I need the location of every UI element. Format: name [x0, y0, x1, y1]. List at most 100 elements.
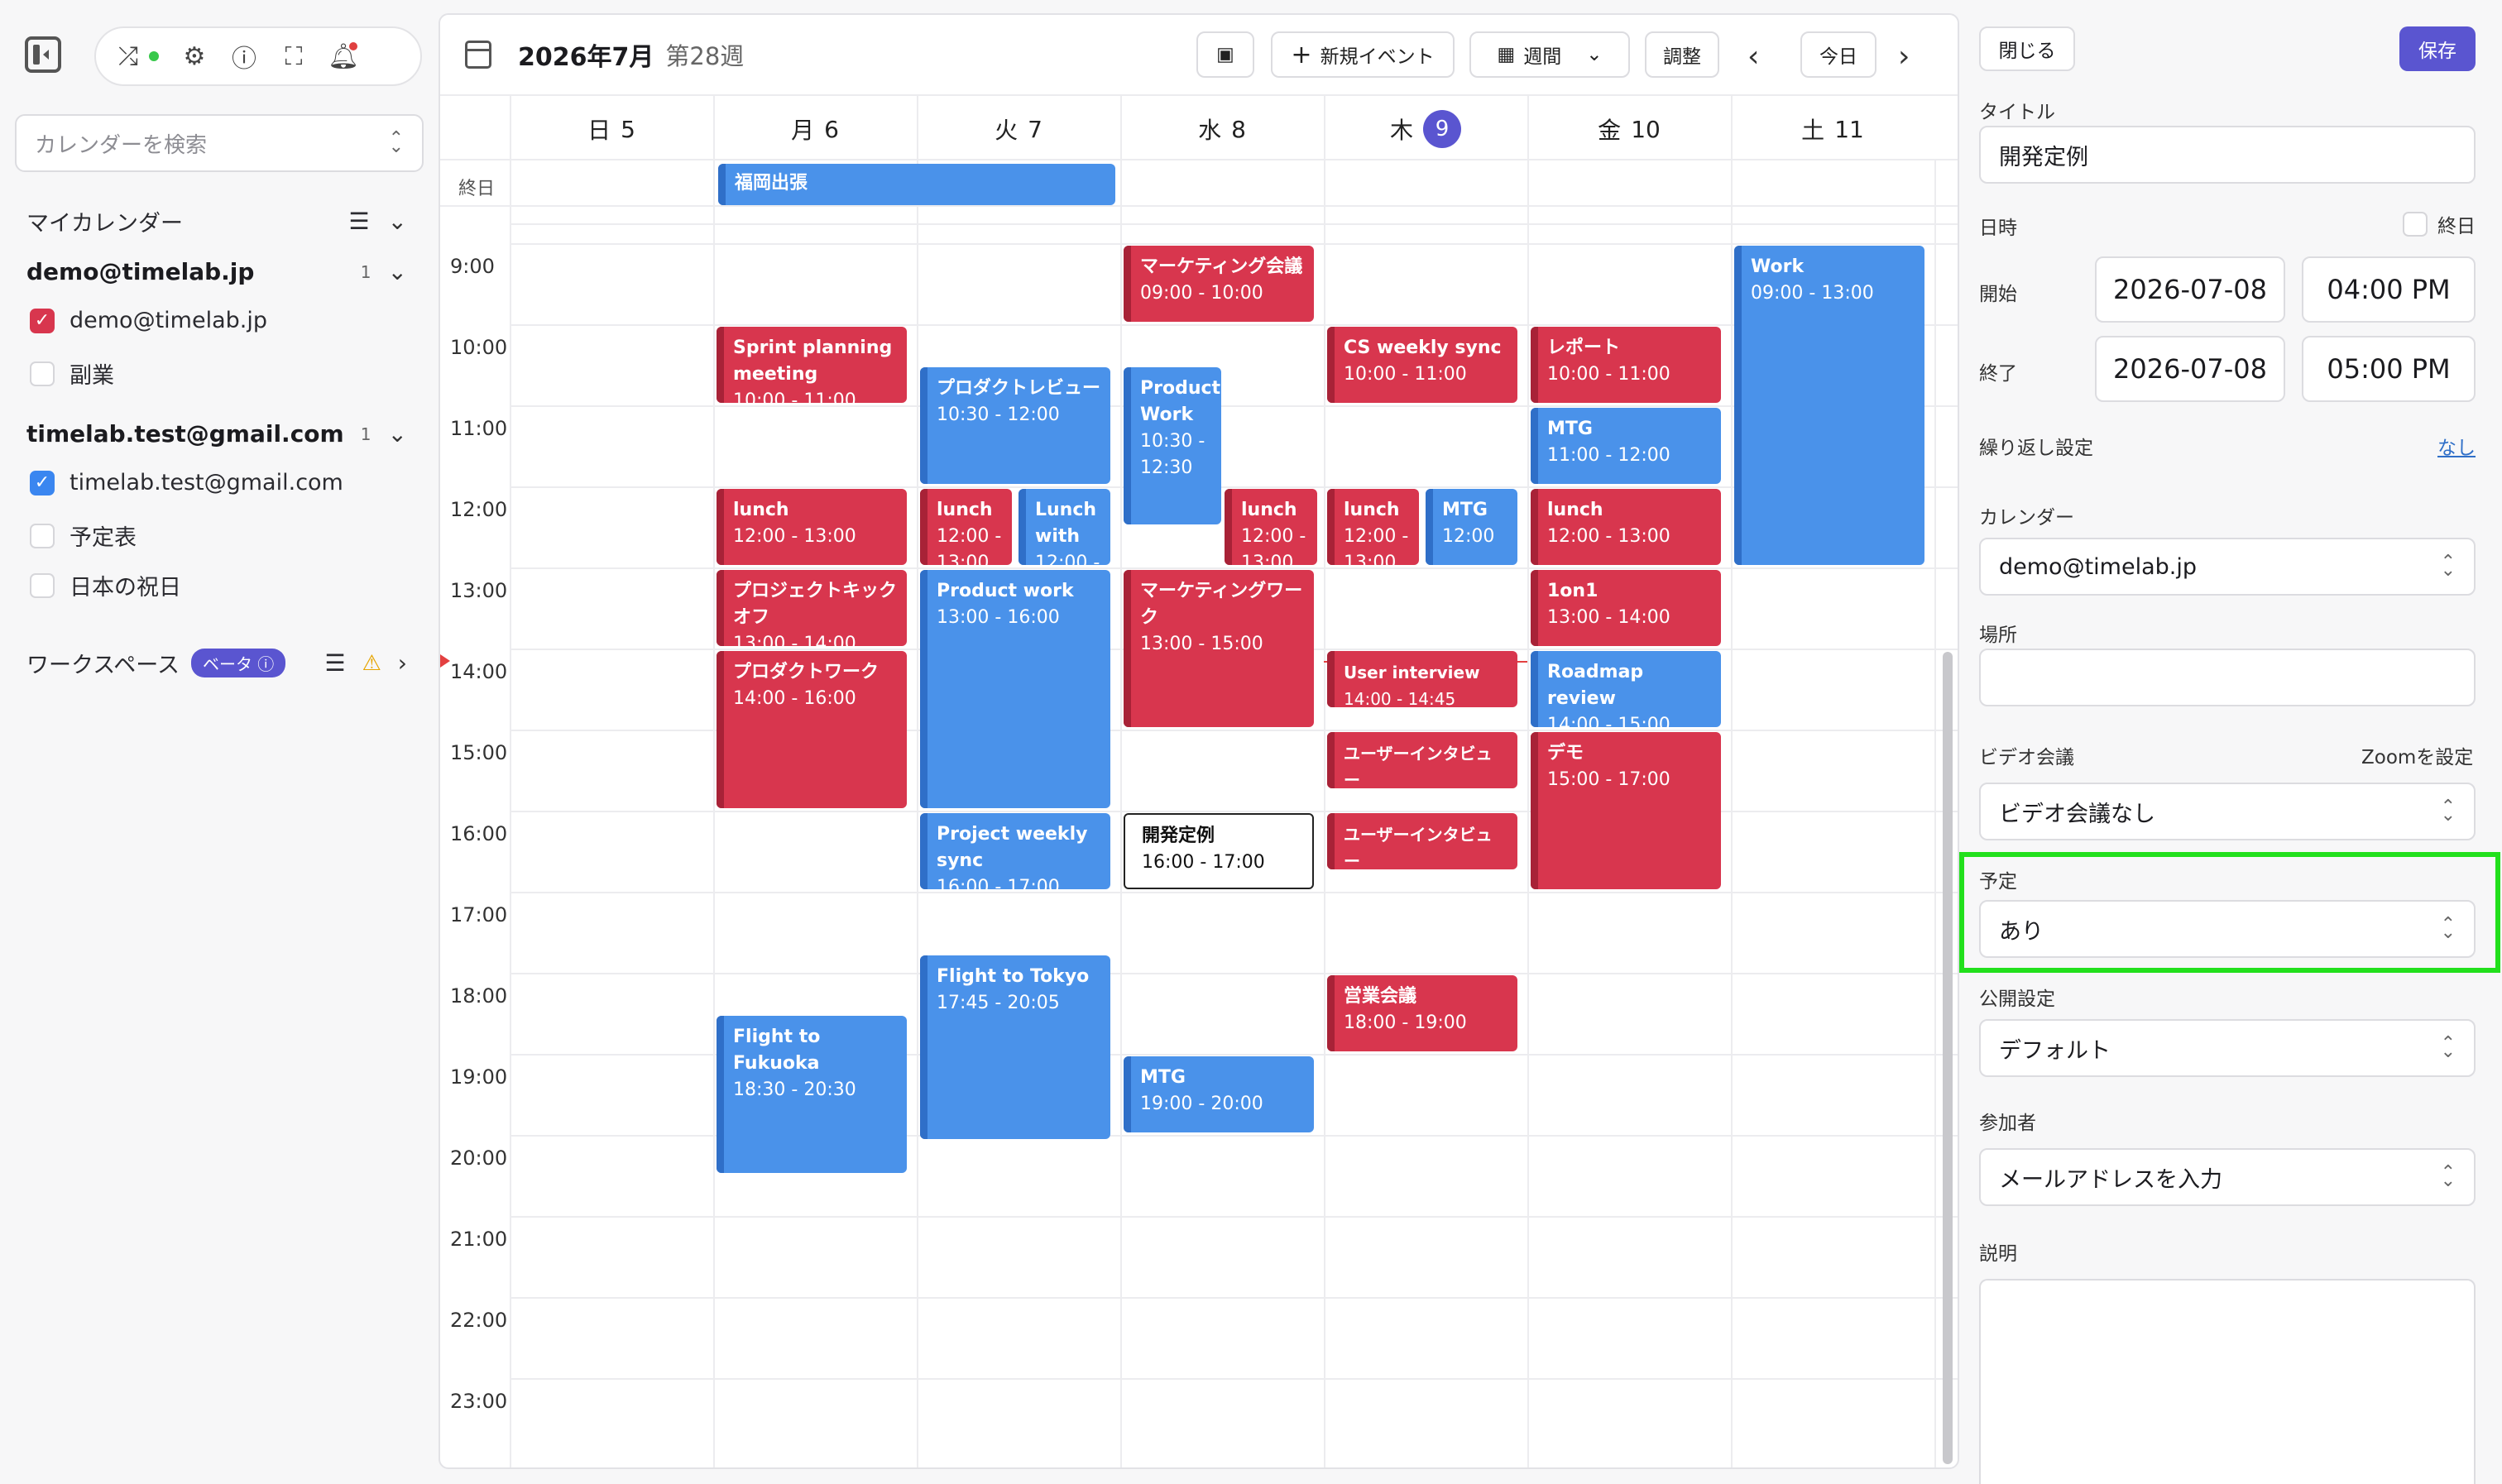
hour-line	[510, 973, 1958, 975]
calendar-event[interactable]: Lunch with 12:00 - 13:00	[1019, 489, 1110, 566]
sidebar-collapse-icon[interactable]	[25, 36, 61, 73]
calendar-event[interactable]: レポート 10:00 - 11:00	[1531, 327, 1721, 404]
list-icon[interactable]: ☰	[348, 208, 369, 235]
calendar-item-demo[interactable]: ✓ demo@timelab.jp	[30, 308, 267, 333]
calendar-search-input[interactable]: カレンダーを検索 ⌃ ⌄	[15, 114, 424, 172]
calendar-item-gmail[interactable]: ✓ timelab.test@gmail.com	[30, 470, 343, 495]
calendar-event[interactable]: Product work 13:00 - 16:00	[920, 570, 1110, 809]
prev-week-icon[interactable]: ‹	[1747, 40, 1759, 74]
gift-icon[interactable]: ⛶	[280, 42, 308, 71]
calendar-select[interactable]: demo@timelab.jp ⌃ ⌄	[1979, 538, 2476, 596]
warning-icon: ⚠	[362, 650, 381, 676]
calendar-event[interactable]: マーケティング会議 09:00 - 10:00	[1124, 246, 1314, 323]
zoom-setting-link[interactable]: Zoomを設定	[2361, 741, 2473, 769]
chevron-updown-icon: ⌃ ⌄	[2440, 1033, 2456, 1062]
calendar-event[interactable]: ユーザーインタビュー16:00 - 16:45	[1327, 813, 1517, 869]
start-time-input[interactable]: 04:00 PM	[2302, 256, 2476, 323]
list-icon[interactable]: ☰	[324, 649, 345, 677]
day-header-0[interactable]: 日5	[510, 96, 713, 162]
chevron-down-icon[interactable]: ⌄	[388, 420, 407, 448]
calendar-event[interactable]: lunch 12:00 - 13:00	[920, 489, 1012, 566]
calendar-checkbox[interactable]	[30, 523, 55, 548]
day-header-3[interactable]: 水8	[1120, 96, 1324, 162]
chevron-right-icon[interactable]: ›	[398, 649, 407, 677]
description-input[interactable]	[1979, 1279, 2476, 1484]
hour-label: 18:00	[450, 984, 508, 1008]
account-gmail[interactable]: timelab.test@gmail.com 1 ⌄	[26, 420, 407, 448]
day-header-2[interactable]: 火7	[917, 96, 1120, 162]
calendar-checkbox[interactable]: ✓	[30, 308, 55, 333]
calendar-checkbox[interactable]	[30, 572, 55, 598]
visibility-select[interactable]: デフォルト ⌃ ⌄	[1979, 1019, 2476, 1077]
workspace-header[interactable]: ワークスペース ベータ ⓘ ☰ ⚠ ›	[26, 647, 407, 679]
calendar-event[interactable]: MTG 11:00 - 12:00	[1531, 408, 1721, 485]
event-title: lunch	[1547, 500, 1603, 521]
calendar-event[interactable]: 1on1 13:00 - 14:00	[1531, 570, 1721, 647]
calendar-event[interactable]: Project weekly sync 16:00 - 17:00	[920, 813, 1110, 890]
close-button[interactable]: 閉じる	[1979, 26, 2075, 71]
calendar-event[interactable]: Flight to Tokyo 17:45 - 20:05	[920, 955, 1110, 1139]
calendar-checkbox[interactable]	[30, 361, 55, 386]
calendar-event[interactable]: Flight to Fukuoka 18:30 - 20:30	[717, 1016, 907, 1174]
shuffle-icon[interactable]: ⤮	[114, 42, 142, 71]
chevron-down-icon[interactable]: ⌄	[388, 258, 407, 285]
calendar-event[interactable]: Roadmap review 14:00 - 15:00	[1531, 651, 1721, 728]
time-grid[interactable]: 9:00 10:00 11:00 12:00 13:00 14:00 15:00 16:00 1…	[440, 207, 1958, 1467]
account-demo[interactable]: demo@timelab.jp 1 ⌄	[26, 258, 407, 285]
calendar-checkbox[interactable]: ✓	[30, 470, 55, 495]
allday-checkbox[interactable]	[2403, 212, 2428, 237]
day-header-6[interactable]: 土 11	[1731, 96, 1934, 162]
allday-toggle[interactable]: 終日	[2403, 210, 2476, 238]
video-select[interactable]: ビデオ会議なし ⌃ ⌄	[1979, 783, 2476, 840]
next-week-icon[interactable]: ›	[1898, 40, 1910, 74]
end-time-input[interactable]: 05:00 PM	[2302, 336, 2476, 402]
today-button[interactable]: 今日	[1800, 31, 1876, 78]
day-divider	[1527, 96, 1529, 159]
vertical-scrollbar[interactable]	[1943, 652, 1953, 1464]
info-icon[interactable]: ⓘ	[230, 42, 258, 74]
account-email: timelab.test@gmail.com	[26, 420, 344, 448]
adjust-button[interactable]: 調整	[1645, 31, 1719, 78]
calendar-event[interactable]: CS weekly sync 10:00 - 11:00	[1327, 327, 1517, 404]
start-date-value: 2026-07-08	[2113, 274, 2267, 305]
calendar-item-side-job[interactable]: 副業	[30, 357, 114, 390]
new-event-button[interactable]: + 新規イベント	[1271, 31, 1455, 78]
calendar-item-schedule[interactable]: 予定表	[30, 519, 137, 552]
allday-event[interactable]: 福岡出張	[718, 164, 1115, 205]
calendar-event[interactable]: 開発定例 16:00 - 17:00	[1124, 813, 1314, 890]
calendar-event[interactable]: Work 09:00 - 13:00	[1734, 246, 1924, 566]
calendar-event[interactable]: Sprint planning meeting 10:00 - 11:00	[717, 327, 907, 404]
calendar-event[interactable]: lunch 12:00 - 13:00	[717, 489, 907, 566]
end-date-input[interactable]: 2026-07-08	[2095, 336, 2285, 402]
calendar-event[interactable]: プロダクトレビュー 10:30 - 12:00	[920, 367, 1110, 485]
calendar-item-holidays[interactable]: 日本の祝日	[30, 569, 181, 601]
repeat-link[interactable]: なし	[2437, 432, 2476, 460]
gear-icon[interactable]: ⚙	[180, 42, 208, 71]
chevron-down-icon[interactable]: ⌄	[388, 208, 407, 235]
attendees-input[interactable]: メールアドレスを入力 ⌃ ⌄	[1979, 1148, 2476, 1206]
day-header-1[interactable]: 月6	[713, 96, 917, 162]
location-input[interactable]	[1979, 649, 2476, 706]
calendar-event[interactable]: 営業会議 18:00 - 19:00	[1327, 975, 1517, 1052]
calendar-event[interactable]: マーケティングワーク 13:00 - 15:00	[1124, 570, 1314, 728]
view-mode-select[interactable]: ▦ 週間 ⌄	[1469, 31, 1630, 78]
calendar-event[interactable]: lunch 12:00 - 13:00	[1327, 489, 1419, 566]
board-view-icon[interactable]: ▣	[1196, 31, 1254, 78]
calendar-event[interactable]: MTG 12:00	[1426, 489, 1517, 566]
calendar-event[interactable]: lunch 12:00 - 13:00	[1225, 489, 1317, 566]
day-header-5[interactable]: 金 10	[1527, 96, 1731, 162]
start-date-input[interactable]: 2026-07-08	[2095, 256, 2285, 323]
calendar-event[interactable]: プロダクトワーク 14:00 - 16:00	[717, 651, 907, 809]
bell-icon[interactable]: 🔔︎	[328, 42, 359, 71]
calendar-event[interactable]: MTG 19:00 - 20:00	[1124, 1056, 1314, 1133]
calendar-event[interactable]: Product Work 10:30 - 12:30	[1124, 367, 1221, 525]
calendar-event[interactable]: ユーザーインタビュー15:00 - 15:45	[1327, 732, 1517, 788]
calendar-event[interactable]: User interview 14:00 - 14:45	[1327, 651, 1517, 707]
calendar-event[interactable]: デモ 15:00 - 17:00	[1531, 732, 1721, 890]
calendar-event[interactable]: プロジェクトキックオフ 13:00 - 14:00	[717, 570, 907, 647]
day-header-4[interactable]: 木9	[1324, 96, 1527, 162]
calendar-icon[interactable]	[465, 41, 491, 69]
save-button[interactable]: 保存	[2399, 26, 2476, 71]
title-input[interactable]: 開発定例	[1979, 126, 2476, 184]
calendar-event[interactable]: lunch 12:00 - 13:00	[1531, 489, 1721, 566]
